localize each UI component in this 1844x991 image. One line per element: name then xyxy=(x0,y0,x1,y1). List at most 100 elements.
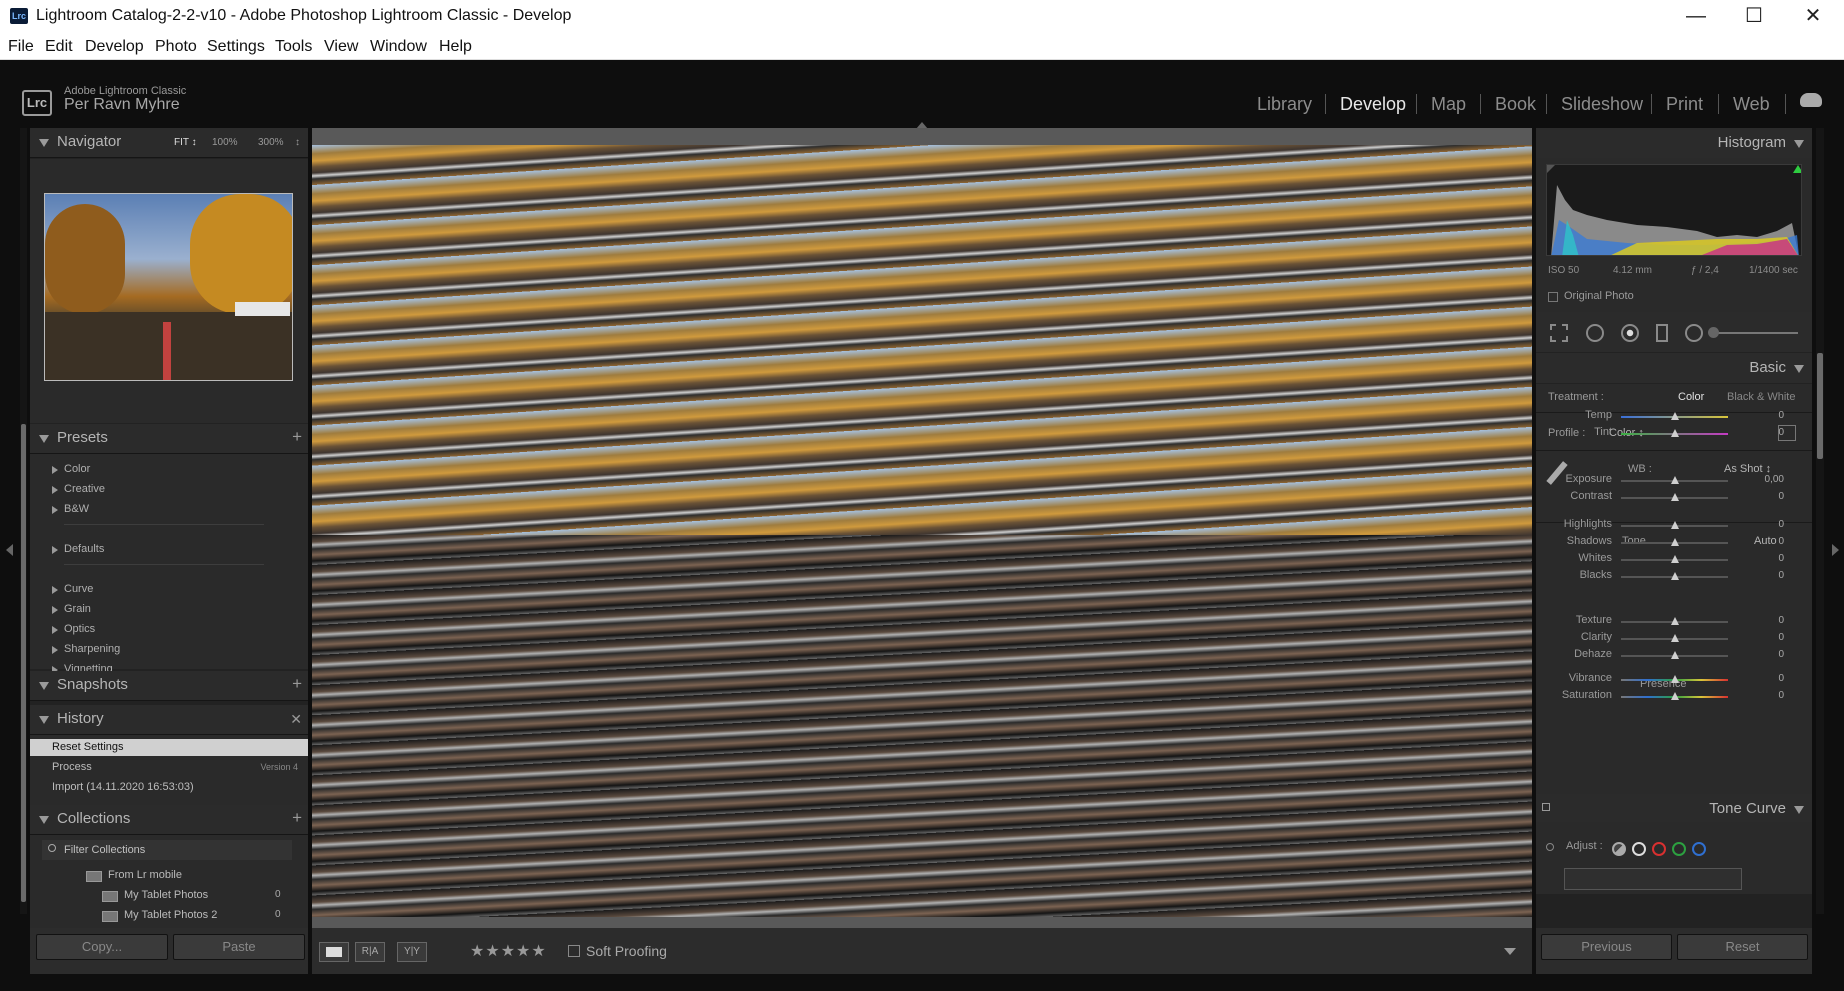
disclosure-triangle-icon[interactable] xyxy=(39,682,49,690)
preset-group-bw[interactable]: B&W xyxy=(51,503,89,515)
point-curve-green-icon[interactable] xyxy=(1672,842,1686,856)
preset-group-optics[interactable]: Optics xyxy=(51,623,95,635)
collapse-right-panel-icon[interactable] xyxy=(1832,544,1839,556)
history-step[interactable]: Reset Settings xyxy=(30,739,308,756)
before-after-left-right-button[interactable]: R|A xyxy=(355,942,385,962)
preset-group-grain[interactable]: Grain xyxy=(52,603,91,615)
close-button[interactable]: ✕ xyxy=(1784,0,1842,34)
disclosure-triangle-icon[interactable] xyxy=(39,139,49,147)
zoom-300[interactable]: 300% xyxy=(258,137,284,148)
disclosure-triangle-icon[interactable] xyxy=(39,716,49,724)
module-develop[interactable]: Develop xyxy=(1340,94,1406,115)
brush-slider[interactable] xyxy=(1713,332,1798,334)
photo-canvas[interactable] xyxy=(312,145,1532,917)
slider-track-blacks[interactable] xyxy=(1621,572,1728,580)
preset-group-curve[interactable]: Curve xyxy=(51,583,93,595)
slider-value-exposure[interactable]: 0,00 xyxy=(1754,474,1784,485)
parametric-curve-icon[interactable] xyxy=(1612,842,1626,856)
tone-curve-graph[interactable] xyxy=(1564,868,1742,890)
loupe-view-button[interactable] xyxy=(319,942,349,962)
collection-set[interactable]: From Lr mobile xyxy=(86,869,182,882)
slider-thumb[interactable] xyxy=(1670,651,1679,659)
slider-thumb[interactable] xyxy=(1670,675,1679,683)
menu-develop[interactable]: Develop xyxy=(85,38,144,56)
slider-track-texture[interactable] xyxy=(1621,617,1728,625)
point-curve-blue-icon[interactable] xyxy=(1692,842,1706,856)
slider-track-exposure[interactable] xyxy=(1621,476,1728,484)
collection-item[interactable]: My Tablet Photos 2 xyxy=(102,909,217,922)
slider-thumb[interactable] xyxy=(1670,538,1679,546)
menu-settings[interactable]: Settings xyxy=(207,38,265,56)
slider-track-dehaze[interactable] xyxy=(1621,651,1728,659)
point-curve-red-icon[interactable] xyxy=(1652,842,1666,856)
slider-value-tint[interactable]: 0 xyxy=(1754,427,1784,438)
rating-stars[interactable]: ★★★★★ xyxy=(470,941,547,961)
slider-thumb[interactable] xyxy=(1670,493,1679,501)
radial-filter-icon[interactable] xyxy=(1685,324,1703,342)
slider-thumb[interactable] xyxy=(1670,617,1679,625)
tone-curve-header[interactable]: Tone Curve xyxy=(1536,794,1812,822)
slider-thumb[interactable] xyxy=(1670,555,1679,563)
menu-edit[interactable]: Edit xyxy=(45,38,73,56)
slider-track-vibrance[interactable] xyxy=(1621,675,1728,683)
module-print[interactable]: Print xyxy=(1666,94,1703,115)
slider-thumb[interactable] xyxy=(1670,412,1679,420)
slider-track-highlights[interactable] xyxy=(1621,521,1728,529)
slider-value-whites[interactable]: 0 xyxy=(1754,553,1784,564)
navigator-thumbnail[interactable] xyxy=(44,193,293,381)
module-library[interactable]: Library xyxy=(1257,94,1312,115)
slider-value-texture[interactable]: 0 xyxy=(1754,615,1784,626)
slider-value-temp[interactable]: 0 xyxy=(1754,410,1784,421)
preset-group-defaults[interactable]: Defaults xyxy=(51,543,104,555)
crop-tool-icon[interactable] xyxy=(1550,324,1568,342)
preset-group-sharpening[interactable]: Sharpening xyxy=(51,643,120,655)
slider-thumb[interactable] xyxy=(1670,476,1679,484)
paste-button[interactable]: Paste xyxy=(173,934,305,960)
disclosure-triangle-icon[interactable] xyxy=(1794,140,1804,148)
basic-header[interactable]: Basic xyxy=(1536,353,1812,383)
slider-thumb[interactable] xyxy=(1670,634,1679,642)
zoom-menu[interactable]: ↕ xyxy=(295,137,300,148)
slider-thumb[interactable] xyxy=(1670,429,1679,437)
menu-photo[interactable]: Photo xyxy=(155,38,197,56)
before-after-top-bottom-button[interactable]: Y|Y xyxy=(397,942,427,962)
history-step[interactable]: Process Version 4 xyxy=(30,759,308,776)
panel-toggle-icon[interactable] xyxy=(1542,803,1550,811)
disclosure-triangle-icon[interactable] xyxy=(1794,806,1804,814)
treatment-bw[interactable]: Black & White xyxy=(1727,391,1795,403)
module-book[interactable]: Book xyxy=(1495,94,1536,115)
right-scrollbar[interactable] xyxy=(1816,128,1824,914)
add-snapshot-icon[interactable]: + xyxy=(292,674,302,694)
slider-thumb[interactable] xyxy=(1670,572,1679,580)
toolbar-menu-icon[interactable] xyxy=(1504,948,1516,955)
module-slideshow[interactable]: Slideshow xyxy=(1561,94,1643,115)
slider-value-saturation[interactable]: 0 xyxy=(1754,690,1784,701)
graduated-filter-icon[interactable] xyxy=(1656,324,1668,342)
slider-value-contrast[interactable]: 0 xyxy=(1754,491,1784,502)
collection-item[interactable]: My Tablet Photos xyxy=(102,889,208,902)
left-scrollbar[interactable] xyxy=(20,128,27,914)
target-adjust-icon[interactable] xyxy=(1546,843,1554,851)
module-map[interactable]: Map xyxy=(1431,94,1466,115)
zoom-fit[interactable]: FIT ↕ xyxy=(174,137,197,148)
zoom-100[interactable]: 100% xyxy=(212,137,238,148)
snapshots-header[interactable]: Snapshots + xyxy=(30,671,308,701)
menu-window[interactable]: Window xyxy=(370,38,427,56)
point-curve-rgb-icon[interactable] xyxy=(1632,842,1646,856)
menu-view[interactable]: View xyxy=(324,38,358,56)
cloud-sync-icon[interactable] xyxy=(1800,93,1822,107)
previous-button[interactable]: Previous xyxy=(1541,934,1672,960)
module-web[interactable]: Web xyxy=(1733,94,1770,115)
disclosure-triangle-icon[interactable] xyxy=(39,816,49,824)
slider-track-shadows[interactable] xyxy=(1621,538,1728,546)
add-preset-icon[interactable]: + xyxy=(292,427,302,447)
slider-track-temp[interactable] xyxy=(1621,412,1728,420)
slider-value-blacks[interactable]: 0 xyxy=(1754,570,1784,581)
slider-track-saturation[interactable] xyxy=(1621,692,1728,700)
history-header[interactable]: History ✕ xyxy=(30,705,308,735)
slider-value-shadows[interactable]: 0 xyxy=(1754,536,1784,547)
treatment-color[interactable]: Color xyxy=(1678,391,1704,403)
slider-value-highlights[interactable]: 0 xyxy=(1754,519,1784,530)
menu-file[interactable]: File xyxy=(8,38,34,56)
soft-proofing-checkbox[interactable] xyxy=(568,945,580,957)
